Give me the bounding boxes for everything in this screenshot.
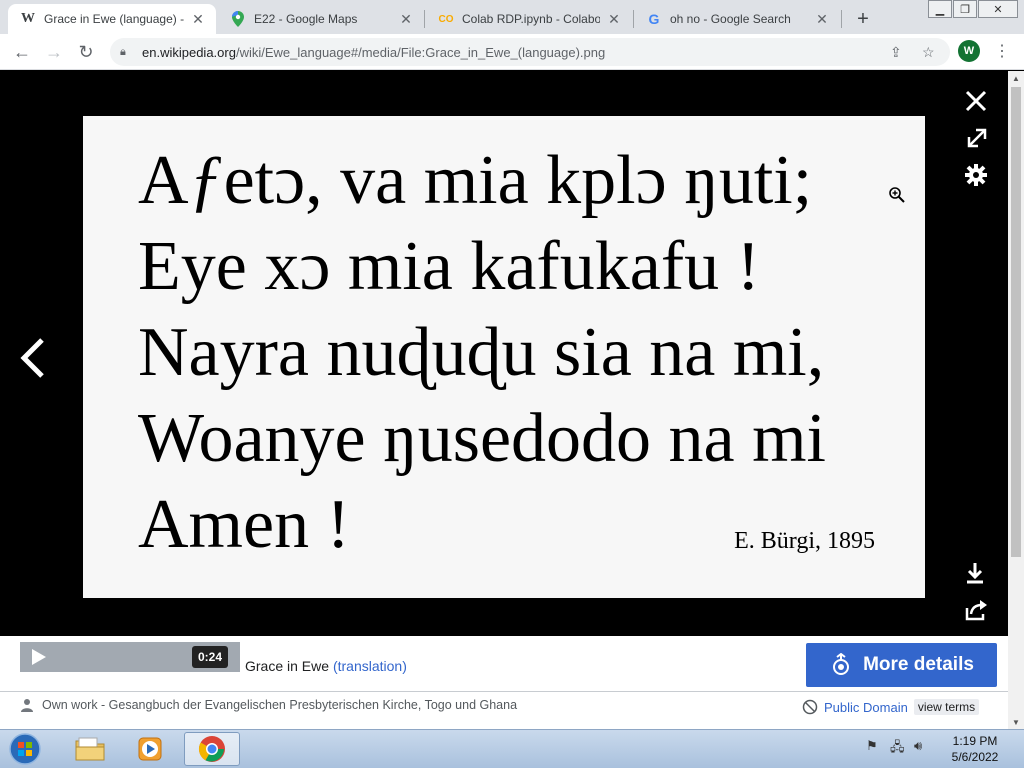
google-icon: G bbox=[648, 11, 660, 27]
poem-line-1: Aƒetɔ, va mia kplɔ ŋuti; bbox=[138, 142, 813, 219]
close-icon[interactable]: ✕ bbox=[190, 11, 206, 27]
previous-chevron-icon[interactable] bbox=[18, 336, 48, 380]
media-player-icon bbox=[138, 737, 162, 761]
media-viewer: Aƒetɔ, va mia kplɔ ŋuti; Eye xɔ mia kafu… bbox=[0, 71, 1008, 636]
url-text: en.wikipedia.org/wiki/Ewe_language#/medi… bbox=[142, 45, 605, 60]
divider bbox=[0, 691, 1008, 692]
scrollbar-thumb[interactable] bbox=[1011, 87, 1021, 557]
address-bar[interactable]: 🔒︎ en.wikipedia.org/wiki/Ewe_language#/m… bbox=[110, 38, 950, 66]
profile-avatar[interactable]: W bbox=[958, 40, 980, 62]
wikipedia-icon: W bbox=[21, 11, 35, 26]
media-info-panel: 0:24 Grace in Ewe (translation) More det… bbox=[0, 636, 1008, 729]
page-scrollbar[interactable]: ▲ ▼ bbox=[1008, 71, 1024, 729]
taskbar-clock[interactable]: 1:19 PM 5/6/2022 bbox=[940, 733, 1010, 765]
lock-icon: 🔒︎ bbox=[120, 45, 126, 58]
close-icon[interactable]: ✕ bbox=[814, 11, 830, 27]
minimize-button[interactable]: ▁ bbox=[928, 0, 952, 18]
public-domain-icon bbox=[802, 699, 818, 715]
tab-title: oh no - Google Search bbox=[670, 12, 791, 26]
close-icon[interactable]: ✕ bbox=[398, 11, 414, 27]
taskbar-media-player[interactable] bbox=[122, 732, 178, 766]
fullscreen-icon[interactable] bbox=[966, 127, 988, 149]
clock-date: 5/6/2022 bbox=[951, 750, 999, 764]
tab-colab[interactable]: CO Colab RDP.ipynb - Colabor ✕ bbox=[426, 4, 632, 34]
caption-translation-link[interactable]: (translation) bbox=[333, 658, 407, 674]
new-tab-button[interactable]: + bbox=[850, 7, 876, 31]
colab-icon: CO bbox=[438, 13, 454, 25]
url-domain: en.wikipedia.org bbox=[142, 44, 236, 60]
tab-grace-in-ewe[interactable]: W Grace in Ewe (language) - E ✕ bbox=[8, 4, 216, 34]
player-time: 0:24 bbox=[191, 646, 228, 668]
poem-line-2: Eye xɔ mia kafukafu ! bbox=[138, 228, 760, 305]
tab-google-search[interactable]: G oh no - Google Search ✕ bbox=[634, 4, 840, 34]
tab-separator bbox=[424, 10, 425, 28]
author-line: Own work - Gesangbuch der Evangelischen … bbox=[20, 698, 517, 712]
chrome-icon bbox=[198, 736, 225, 762]
clock-time: 1:19 PM bbox=[952, 734, 998, 748]
wikimedia-commons-icon bbox=[833, 653, 850, 675]
close-window-button[interactable]: ✕ bbox=[978, 0, 1018, 18]
restore-button[interactable]: ❐ bbox=[953, 0, 977, 18]
settings-gear-icon[interactable] bbox=[964, 163, 988, 187]
poem-text: Aƒetɔ, va mia kplɔ ŋuti; Eye xɔ mia kafu… bbox=[138, 138, 826, 568]
user-icon bbox=[21, 699, 33, 712]
view-terms-button[interactable]: view terms bbox=[913, 699, 980, 715]
poem-attribution: E. Bürgi, 1895 bbox=[734, 528, 875, 554]
network-icon[interactable]: 🖧︎ bbox=[890, 738, 905, 760]
scroll-down-arrow-icon[interactable]: ▼ bbox=[1008, 715, 1024, 729]
scroll-up-arrow-icon[interactable]: ▲ bbox=[1008, 71, 1024, 85]
poem-line-5: Amen ! bbox=[138, 486, 350, 563]
forward-arrow-icon[interactable]: → bbox=[42, 40, 66, 64]
tab-title: Grace in Ewe (language) - E bbox=[44, 12, 184, 26]
more-details-label: More details bbox=[863, 654, 974, 675]
windows-start-icon[interactable] bbox=[2, 731, 48, 767]
poem-line-4: Woanye ŋusedodo na mi bbox=[138, 400, 827, 477]
poem-line-3: Nayra nuɖuɖu sia na mi, bbox=[138, 314, 825, 391]
close-viewer-icon[interactable] bbox=[964, 89, 988, 113]
taskbar-explorer[interactable] bbox=[62, 732, 118, 766]
back-arrow-icon[interactable]: ← bbox=[10, 40, 34, 64]
license-info: Public Domain view terms bbox=[802, 699, 980, 715]
zoom-in-icon[interactable] bbox=[888, 186, 906, 204]
media-caption: Grace in Ewe (translation) bbox=[245, 658, 407, 674]
folder-icon bbox=[75, 737, 105, 761]
tab-strip: W Grace in Ewe (language) - E ✕ E22 - Go… bbox=[0, 0, 1024, 34]
tab-title: Colab RDP.ipynb - Colabor bbox=[462, 12, 600, 26]
reload-icon[interactable]: ↻ bbox=[74, 40, 98, 64]
more-details-button[interactable]: More details bbox=[806, 643, 997, 687]
taskbar-chrome[interactable] bbox=[184, 732, 240, 766]
action-center-flag-icon[interactable]: ⚑ bbox=[866, 738, 878, 754]
caption-text: Grace in Ewe bbox=[245, 658, 330, 674]
tab-separator bbox=[841, 10, 842, 28]
url-path: /wiki/Ewe_language#/media/File:Grace_in_… bbox=[235, 44, 606, 60]
bookmark-star-icon[interactable]: ☆ bbox=[922, 44, 935, 61]
windows-taskbar: ⚑ 🖧︎ 🔊︎ 1:19 PM 5/6/2022 bbox=[0, 729, 1024, 768]
media-image: Aƒetɔ, va mia kplɔ ŋuti; Eye xɔ mia kafu… bbox=[83, 116, 925, 598]
close-icon[interactable]: ✕ bbox=[606, 11, 622, 27]
play-icon[interactable] bbox=[28, 647, 48, 667]
menu-kebab-icon[interactable]: ⋮ bbox=[994, 40, 1010, 62]
author-text: Own work - Gesangbuch der Evangelischen … bbox=[42, 698, 518, 712]
browser-toolbar: ← → ↻ 🔒︎ en.wikipedia.org/wiki/Ewe_langu… bbox=[0, 34, 1024, 70]
google-maps-icon bbox=[230, 11, 246, 27]
tab-title: E22 - Google Maps bbox=[254, 12, 358, 26]
tab-google-maps[interactable]: E22 - Google Maps ✕ bbox=[218, 4, 424, 34]
share-icon[interactable] bbox=[964, 599, 988, 621]
license-link[interactable]: Public Domain bbox=[824, 700, 908, 715]
share-icon[interactable]: ⇪ bbox=[890, 44, 902, 61]
audio-player[interactable]: 0:24 bbox=[20, 642, 240, 672]
download-icon[interactable] bbox=[964, 561, 986, 585]
volume-icon[interactable]: 🔊︎ bbox=[914, 738, 922, 754]
